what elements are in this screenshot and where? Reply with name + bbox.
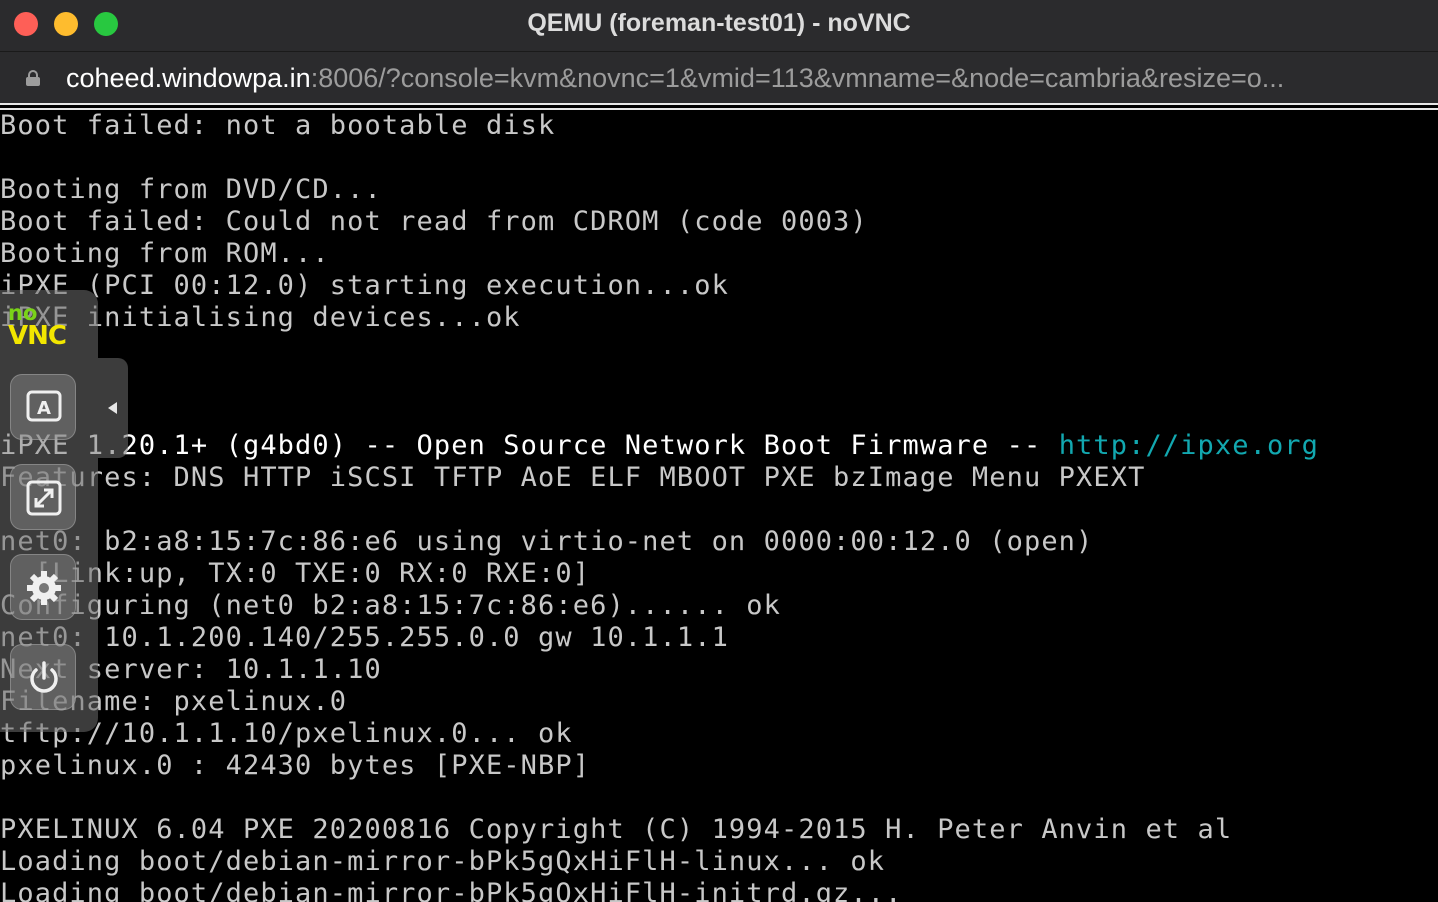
keyboard-button[interactable]: A	[10, 374, 76, 440]
console-line: PXELINUX 6.04 PXE 20200816 Copyright (C)…	[0, 814, 1233, 845]
console-line: Loading boot/debian-mirror-bPk5gQxHiFlH-…	[0, 878, 903, 902]
lock-icon	[26, 70, 40, 86]
keyboard-icon: A	[26, 390, 62, 422]
separator-line	[0, 103, 1438, 110]
url-host: coheed.windowpa.in	[66, 63, 311, 93]
fullscreen-icon	[26, 480, 62, 516]
window-title: QEMU (foreman-test01) - noVNC	[527, 9, 911, 37]
collapse-arrow-icon	[108, 402, 117, 414]
vm-console-screen[interactable]: Boot failed: not a bootable disk Booting…	[0, 110, 1438, 902]
address-bar[interactable]: coheed.windowpa.in:8006/?console=kvm&nov…	[0, 52, 1438, 103]
url-text[interactable]: coheed.windowpa.in:8006/?console=kvm&nov…	[66, 62, 1402, 94]
url-path: :8006/?console=kvm&novnc=1&vmid=113&vmna…	[310, 63, 1285, 93]
console-line: pxelinux.0 : 42430 bytes [PXE-NBP]	[0, 750, 591, 781]
svg-text:A: A	[37, 398, 51, 419]
console-line-ipxe-banner: iPXE 1.20.1+ (g4bd0) -- Open Source Netw…	[0, 430, 1319, 462]
console-line: Configuring (net0 b2:a8:15:7c:86:e6)....…	[0, 590, 781, 621]
power-icon	[30, 661, 58, 693]
console-line: Booting from ROM...	[0, 238, 330, 269]
ipxe-link: http://ipxe.org	[1058, 430, 1320, 461]
console-line: net0: 10.1.200.140/255.255.0.0 gw 10.1.1…	[0, 622, 729, 653]
power-button[interactable]	[10, 644, 76, 710]
fullscreen-button[interactable]	[10, 464, 76, 530]
console-line: Features: DNS HTTP iSCSI TFTP AoE ELF MB…	[0, 462, 1146, 493]
console-line: Loading boot/debian-mirror-bPk5gQxHiFlH-…	[0, 846, 886, 877]
gear-icon	[27, 571, 61, 605]
novnc-logo: no VNC	[8, 301, 67, 351]
console-line: Boot failed: not a bootable disk	[0, 110, 556, 141]
window-titlebar: QEMU (foreman-test01) - noVNC	[0, 0, 1438, 52]
ipxe-banner-text: iPXE 1.20.1+ (g4bd0) -- Open Source Netw…	[0, 430, 1059, 461]
novnc-control-bar-handle[interactable]	[98, 358, 128, 458]
console-line: Boot failed: Could not read from CDROM (…	[0, 206, 868, 237]
settings-button[interactable]	[10, 554, 76, 620]
console-line: Booting from DVD/CD...	[0, 174, 382, 205]
console-line: net0: b2:a8:15:7c:86:e6 using virtio-net…	[0, 526, 1094, 557]
console-line: iPXE (PCI 00:12.0) starting execution...…	[0, 270, 729, 301]
novnc-control-bar: no VNC A	[0, 290, 98, 732]
